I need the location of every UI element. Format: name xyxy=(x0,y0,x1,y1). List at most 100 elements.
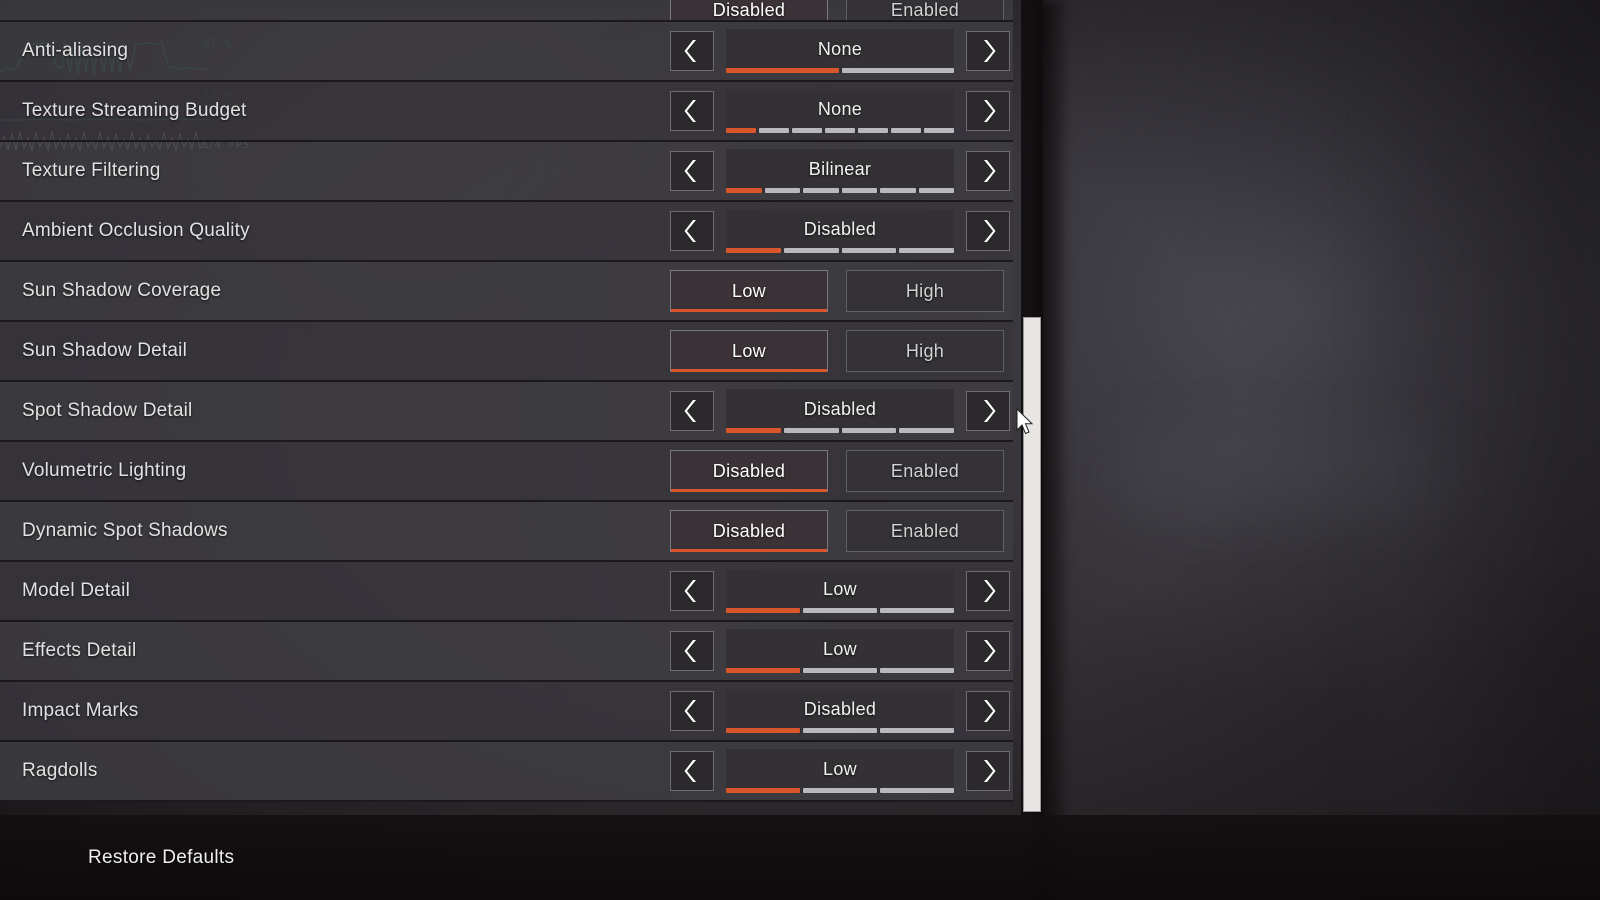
level-segment xyxy=(880,608,954,613)
toggle-option[interactable]: High xyxy=(846,270,1004,312)
settings-row[interactable]: Sun Shadow Detail Low High xyxy=(0,322,1013,382)
level-segment xyxy=(880,668,954,673)
level-segment xyxy=(858,128,888,133)
settings-row[interactable]: Anti-aliasing None xyxy=(0,22,1013,82)
toggle-option-label: Disabled xyxy=(712,520,786,541)
game-settings-screen: 87 % 12 % 174 FPS Disabled Enabled Anti-… xyxy=(0,0,1600,900)
toggle-group: Disabled Enabled xyxy=(640,0,1004,20)
stepper-control: Low xyxy=(640,569,1010,613)
settings-row[interactable]: Dynamic Spot Shadows Disabled Enabled xyxy=(0,502,1013,562)
toggle-option[interactable]: Disabled xyxy=(670,510,828,552)
chevron-left-icon[interactable] xyxy=(670,91,714,131)
level-segment xyxy=(841,188,877,193)
chevron-right-icon[interactable] xyxy=(966,571,1010,611)
chevron-right-icon[interactable] xyxy=(966,691,1010,731)
settings-row[interactable]: Impact Marks Disabled xyxy=(0,682,1013,742)
settings-row[interactable]: Texture Filtering Bilinear xyxy=(0,142,1013,202)
toggle-option[interactable]: Disabled xyxy=(670,450,828,492)
level-segment xyxy=(726,188,762,193)
toggle-option-label: Disabled xyxy=(712,0,786,20)
chevron-right-icon[interactable] xyxy=(966,31,1010,71)
chevron-left-icon[interactable] xyxy=(670,391,714,431)
chevron-left-icon[interactable] xyxy=(670,151,714,191)
setting-value-box[interactable]: Disabled xyxy=(726,389,954,433)
chevron-left-icon[interactable] xyxy=(670,31,714,71)
chevron-right-icon[interactable] xyxy=(966,151,1010,191)
setting-value-box[interactable]: None xyxy=(726,29,954,73)
toggle-option[interactable]: Enabled xyxy=(846,0,1004,20)
toggle-group: Low High xyxy=(640,270,1004,312)
setting-value-box[interactable]: Low xyxy=(726,569,954,613)
setting-value-box[interactable]: Disabled xyxy=(726,689,954,733)
level-segment xyxy=(918,188,954,193)
toggle-option[interactable]: Disabled xyxy=(670,0,828,20)
setting-label: Volumetric Lighting xyxy=(22,460,187,481)
setting-label: Sun Shadow Detail xyxy=(22,340,188,361)
chevron-left-icon[interactable] xyxy=(670,691,714,731)
scrollbar-thumb[interactable] xyxy=(1023,317,1041,812)
toggle-option-label: Low xyxy=(732,340,766,361)
level-segment-track xyxy=(726,248,954,253)
settings-row-partial[interactable]: Disabled Enabled xyxy=(0,0,1013,22)
toggle-option-label: High xyxy=(905,280,945,301)
level-segment-track xyxy=(726,728,954,733)
setting-value-label: Disabled xyxy=(803,698,877,719)
chevron-right-icon[interactable] xyxy=(966,631,1010,671)
chevron-left-icon[interactable] xyxy=(670,211,714,251)
chevron-right-icon[interactable] xyxy=(966,751,1010,791)
toggle-option[interactable]: Low xyxy=(670,330,828,372)
setting-control: None xyxy=(640,82,1013,140)
toggle-option[interactable]: Low xyxy=(670,270,828,312)
settings-row[interactable]: Volumetric Lighting Disabled Enabled xyxy=(0,442,1013,502)
stepper-control: Bilinear xyxy=(640,149,1010,193)
setting-value-box[interactable]: Bilinear xyxy=(726,149,954,193)
settings-row[interactable]: Model Detail Low xyxy=(0,562,1013,622)
setting-value-box[interactable]: Low xyxy=(726,629,954,673)
chevron-left-icon[interactable] xyxy=(670,631,714,671)
settings-list: Disabled Enabled Anti-aliasing None Textur… xyxy=(0,0,1013,815)
settings-row[interactable]: Ambient Occlusion Quality Disabled xyxy=(0,202,1013,262)
toggle-option[interactable]: Enabled xyxy=(846,450,1004,492)
chevron-right-icon[interactable] xyxy=(966,211,1010,251)
settings-row[interactable]: Sun Shadow Coverage Low High xyxy=(0,262,1013,322)
level-segment xyxy=(825,128,855,133)
chevron-left-icon[interactable] xyxy=(670,571,714,611)
setting-label: Ambient Occlusion Quality xyxy=(22,220,250,241)
setting-value-box[interactable]: Low xyxy=(726,749,954,793)
setting-value-label: Bilinear xyxy=(808,158,872,179)
setting-control: Low xyxy=(640,562,1013,620)
level-segment xyxy=(726,788,800,793)
stepper-control: Disabled xyxy=(640,689,1010,733)
toggle-group: Disabled Enabled xyxy=(640,510,1004,552)
setting-value-label: Low xyxy=(823,638,857,659)
toggle-option[interactable]: High xyxy=(846,330,1004,372)
setting-control: Low High xyxy=(640,262,1013,320)
level-segment xyxy=(803,188,839,193)
stepper-control: Disabled xyxy=(640,389,1010,433)
chevron-right-icon[interactable] xyxy=(966,391,1010,431)
settings-row[interactable]: Effects Detail Low xyxy=(0,622,1013,682)
setting-control: None xyxy=(640,22,1013,80)
level-segment xyxy=(899,248,954,253)
toggle-option-label: Disabled xyxy=(712,460,786,481)
level-segment xyxy=(803,668,877,673)
setting-value-box[interactable]: None xyxy=(726,89,954,133)
level-segment-track xyxy=(726,608,954,613)
restore-defaults-button[interactable]: Restore Defaults xyxy=(88,847,234,869)
level-segment xyxy=(792,128,822,133)
settings-row[interactable]: Texture Streaming Budget None xyxy=(0,82,1013,142)
level-segment xyxy=(726,428,781,433)
chevron-right-icon[interactable] xyxy=(966,91,1010,131)
level-segment-track xyxy=(726,788,954,793)
setting-value-label: Low xyxy=(823,758,857,779)
toggle-group: Disabled Enabled xyxy=(640,450,1004,492)
level-segment xyxy=(899,428,954,433)
level-segment xyxy=(803,608,877,613)
setting-label: Effects Detail xyxy=(22,640,137,661)
toggle-option[interactable]: Enabled xyxy=(846,510,1004,552)
settings-row[interactable]: Ragdolls Low xyxy=(0,742,1013,802)
setting-control: Bilinear xyxy=(640,142,1013,200)
setting-value-box[interactable]: Disabled xyxy=(726,209,954,253)
settings-row[interactable]: Spot Shadow Detail Disabled xyxy=(0,382,1013,442)
chevron-left-icon[interactable] xyxy=(670,751,714,791)
